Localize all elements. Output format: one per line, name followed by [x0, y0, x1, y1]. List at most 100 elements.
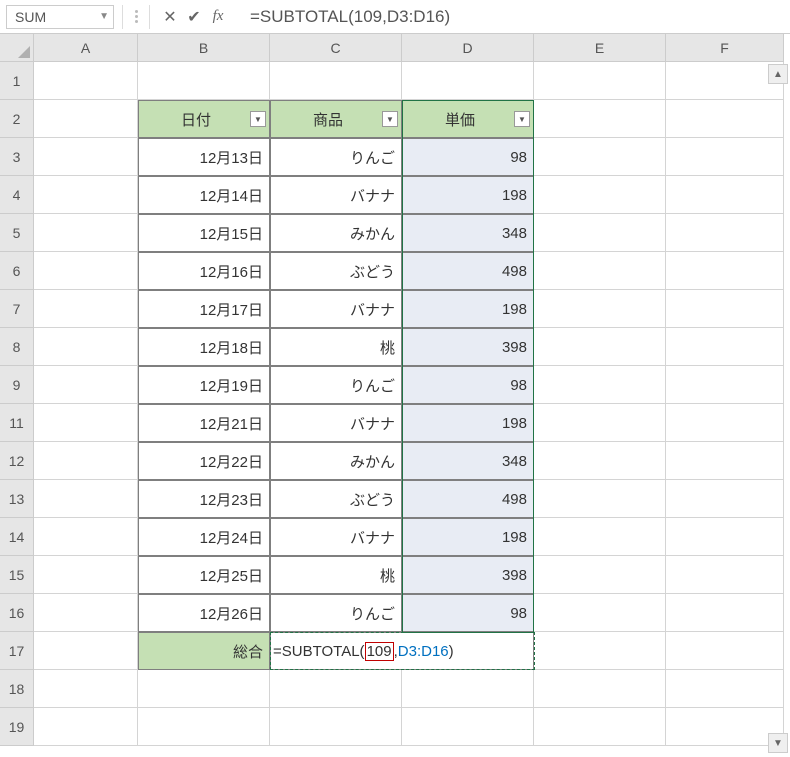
cell[interactable]	[534, 480, 666, 518]
row-header[interactable]: 12	[0, 442, 34, 480]
cell[interactable]	[138, 670, 270, 708]
cell-product[interactable]: バナナ	[270, 176, 402, 214]
cell[interactable]	[534, 100, 666, 138]
cell[interactable]	[666, 252, 784, 290]
cell-date[interactable]: 12月23日	[138, 480, 270, 518]
cell-date[interactable]: 12月18日	[138, 328, 270, 366]
cell[interactable]	[666, 556, 784, 594]
cell[interactable]	[34, 214, 138, 252]
cell-price[interactable]: 98	[402, 594, 534, 632]
row-header[interactable]: 4	[0, 176, 34, 214]
cell[interactable]	[534, 366, 666, 404]
cell[interactable]	[270, 708, 402, 746]
cell[interactable]	[34, 138, 138, 176]
row-header[interactable]: 14	[0, 518, 34, 556]
cell-date[interactable]: 12月26日	[138, 594, 270, 632]
col-header[interactable]: A	[34, 34, 138, 62]
row-header[interactable]: 8	[0, 328, 34, 366]
table-header-price[interactable]: 単価 ▼	[402, 100, 534, 138]
cell-price[interactable]: 398	[402, 328, 534, 366]
cell-product[interactable]: ぶどう	[270, 480, 402, 518]
cell[interactable]	[138, 708, 270, 746]
cell[interactable]	[534, 328, 666, 366]
row-header[interactable]: 7	[0, 290, 34, 328]
row-header[interactable]: 6	[0, 252, 34, 290]
cell[interactable]	[34, 442, 138, 480]
filter-dropdown-icon[interactable]: ▼	[250, 111, 266, 127]
cancel-icon[interactable]: ✕	[158, 5, 182, 29]
cell[interactable]	[666, 442, 784, 480]
cell[interactable]	[402, 62, 534, 100]
cell[interactable]	[402, 708, 534, 746]
cell-date[interactable]: 12月21日	[138, 404, 270, 442]
cell[interactable]	[534, 176, 666, 214]
fx-icon[interactable]: fx	[206, 5, 230, 29]
cell[interactable]	[666, 632, 784, 670]
cell-product[interactable]: 桃	[270, 328, 402, 366]
cell-price[interactable]: 98	[402, 138, 534, 176]
cell[interactable]	[34, 290, 138, 328]
row-header[interactable]: 1	[0, 62, 34, 100]
cell[interactable]	[34, 518, 138, 556]
select-all-corner[interactable]	[0, 34, 34, 62]
cell[interactable]	[34, 62, 138, 100]
cell[interactable]	[666, 100, 784, 138]
editing-cell[interactable]: =SUBTOTAL(109,D3:D16)	[270, 632, 534, 670]
cell[interactable]	[34, 366, 138, 404]
cell[interactable]	[666, 366, 784, 404]
row-header[interactable]: 2	[0, 100, 34, 138]
formula-input[interactable]: =SUBTOTAL(109,D3:D16)	[230, 7, 784, 27]
cell[interactable]	[34, 404, 138, 442]
cell[interactable]	[666, 214, 784, 252]
cell-product[interactable]: バナナ	[270, 518, 402, 556]
cell-price[interactable]: 348	[402, 442, 534, 480]
cell[interactable]	[34, 594, 138, 632]
chevron-down-icon[interactable]: ▼	[99, 11, 109, 22]
row-header[interactable]: 9	[0, 366, 34, 404]
cell[interactable]	[534, 138, 666, 176]
scroll-down-icon[interactable]: ▼	[768, 733, 788, 753]
row-header[interactable]: 13	[0, 480, 34, 518]
row-header[interactable]: 19	[0, 708, 34, 746]
filter-dropdown-icon[interactable]: ▼	[514, 111, 530, 127]
cell[interactable]	[534, 518, 666, 556]
col-header[interactable]: D	[402, 34, 534, 62]
cell-date[interactable]: 12月13日	[138, 138, 270, 176]
total-label-cell[interactable]: 総合	[138, 632, 270, 670]
row-header[interactable]: 18	[0, 670, 34, 708]
drag-handle-icon[interactable]	[131, 10, 141, 23]
cell-product[interactable]: りんご	[270, 594, 402, 632]
cell[interactable]	[34, 176, 138, 214]
name-box[interactable]: SUM ▼	[6, 5, 114, 29]
cell[interactable]	[666, 290, 784, 328]
cell-price[interactable]: 198	[402, 404, 534, 442]
cell[interactable]	[534, 556, 666, 594]
cell[interactable]	[666, 404, 784, 442]
cell-product[interactable]: 桃	[270, 556, 402, 594]
cell[interactable]	[534, 290, 666, 328]
cell-product[interactable]: ぶどう	[270, 252, 402, 290]
cell[interactable]	[666, 480, 784, 518]
row-header[interactable]: 5	[0, 214, 34, 252]
cell[interactable]	[666, 176, 784, 214]
cell[interactable]	[534, 62, 666, 100]
row-header[interactable]: 3	[0, 138, 34, 176]
filter-dropdown-icon[interactable]: ▼	[382, 111, 398, 127]
cell[interactable]	[270, 670, 402, 708]
table-header-date[interactable]: 日付 ▼	[138, 100, 270, 138]
cell-date[interactable]: 12月16日	[138, 252, 270, 290]
cell-date[interactable]: 12月15日	[138, 214, 270, 252]
cell[interactable]	[402, 670, 534, 708]
cell-price[interactable]: 498	[402, 252, 534, 290]
cell-price[interactable]: 198	[402, 290, 534, 328]
cell-price[interactable]: 198	[402, 176, 534, 214]
cell[interactable]	[534, 404, 666, 442]
row-header[interactable]: 16	[0, 594, 34, 632]
cell-product[interactable]: りんご	[270, 366, 402, 404]
cell-date[interactable]: 12月22日	[138, 442, 270, 480]
table-header-product[interactable]: 商品 ▼	[270, 100, 402, 138]
cell[interactable]	[534, 594, 666, 632]
col-header[interactable]: F	[666, 34, 784, 62]
cell-date[interactable]: 12月14日	[138, 176, 270, 214]
cell[interactable]	[34, 100, 138, 138]
